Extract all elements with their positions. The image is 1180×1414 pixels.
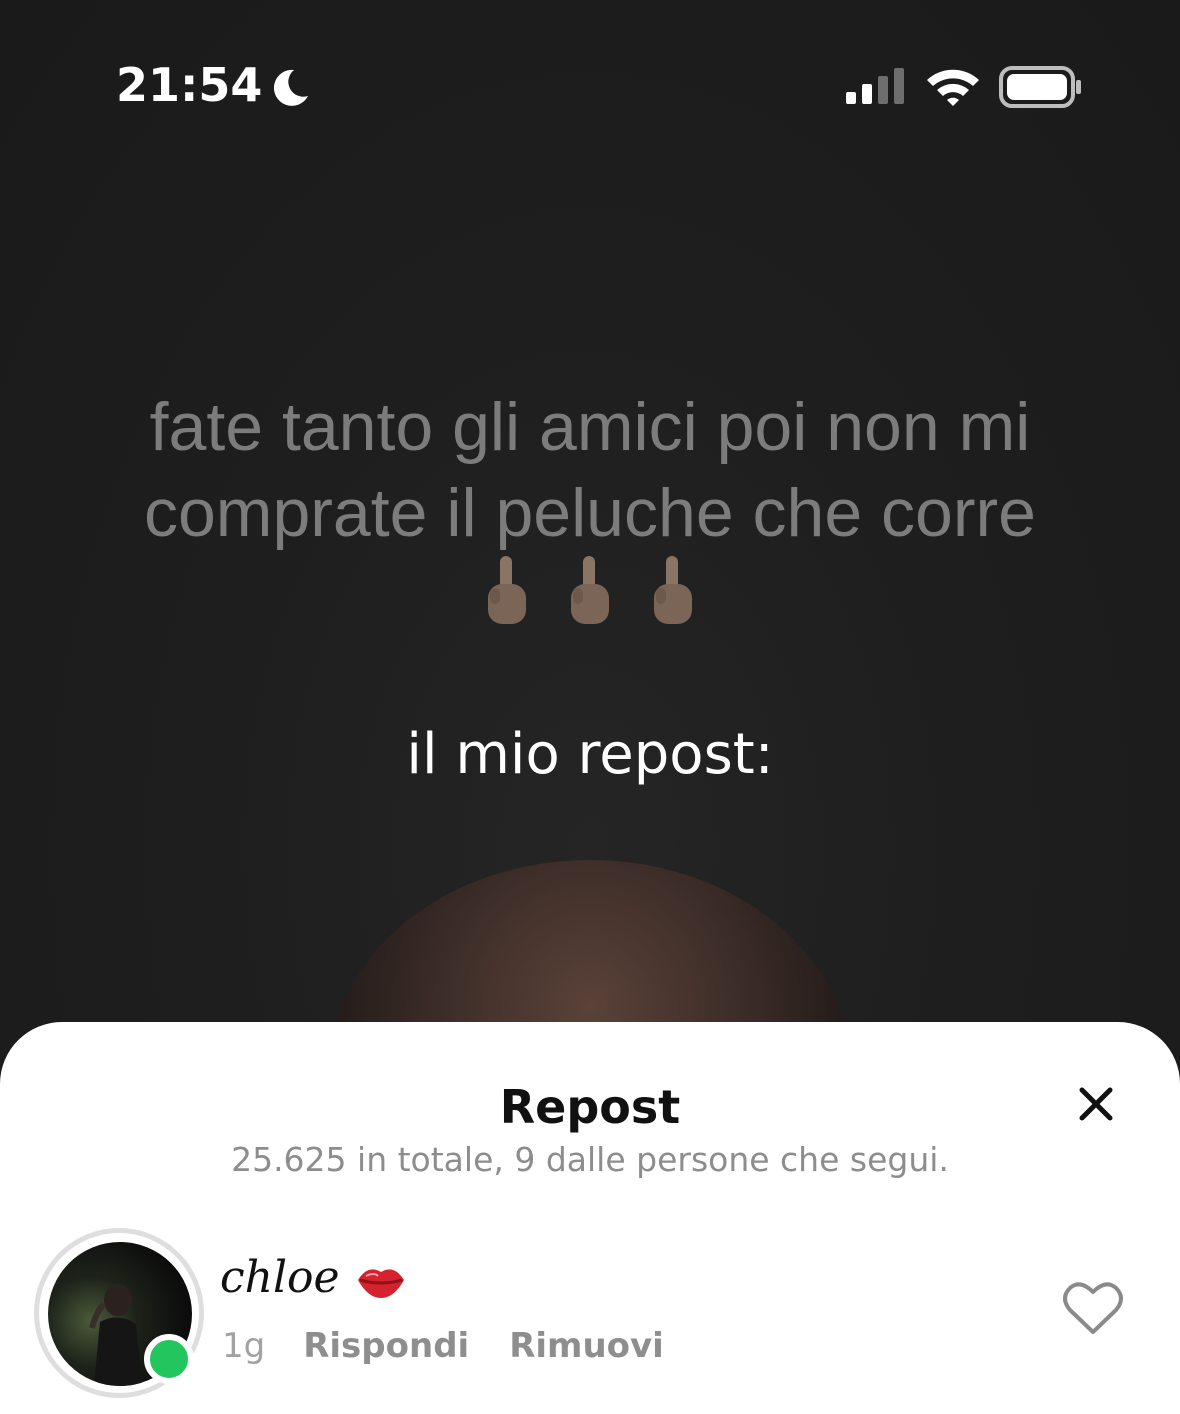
caption-emoji-row [480,554,700,634]
video-overlay-text: il mio repost: [406,722,774,787]
wifi-icon [927,69,979,106]
status-bar: 21:54 [0,0,1180,180]
signal-icon [846,68,904,104]
lips-icon [358,1269,404,1298]
repost-sheet: Repost 25.625 in totale, 9 dalle persone… [0,1022,1180,1414]
remove-button[interactable]: Rimuovi [509,1326,664,1366]
sheet-title: Repost [499,1080,681,1134]
middle-finger-icon [654,556,692,624]
video-caption: fate tanto gli amici poi non mi comprate… [143,389,1036,551]
screen: fate tanto gli amici poi non mi comprate… [0,0,1180,1414]
repost-count-summary: 25.625 in totale, 9 dalle persone che se… [231,1140,949,1179]
repost-meta: 1g Rispondi Rimuovi [222,1326,664,1366]
battery-icon [999,66,1081,108]
close-icon[interactable] [1070,1078,1122,1130]
repost-list-item[interactable]: cℎloe 1g Rispondi Rimuovi [0,1222,1180,1414]
moon-icon [273,69,308,106]
middle-finger-icon [571,556,609,624]
username[interactable]: cℎloe [220,1252,340,1303]
status-time: 21:54 [116,58,263,112]
heart-icon[interactable] [1062,1280,1124,1336]
reply-button[interactable]: Rispondi [303,1326,469,1366]
middle-finger-icon [488,556,526,624]
repost-time: 1g [222,1326,266,1366]
online-status-dot [144,1334,194,1384]
